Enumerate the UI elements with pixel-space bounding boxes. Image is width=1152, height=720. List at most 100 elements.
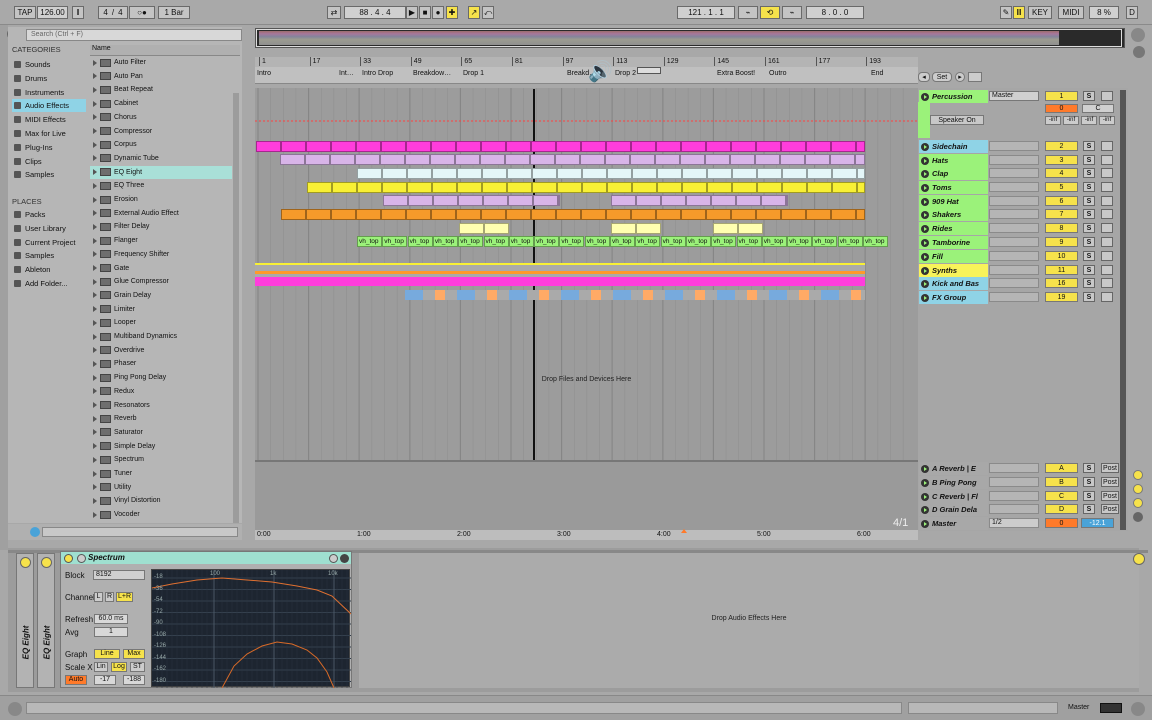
browser-item[interactable]: Reverb xyxy=(90,412,232,425)
expand-arrow-icon[interactable] xyxy=(93,319,97,326)
clip-row-2[interactable] xyxy=(732,168,757,179)
solo-button[interactable]: S xyxy=(1083,251,1095,261)
track-play-icon[interactable] xyxy=(921,505,929,514)
browser-item[interactable]: Grain Delay xyxy=(90,289,232,302)
clip-row-0[interactable] xyxy=(256,141,281,152)
prev-locator-icon[interactable]: ◂ xyxy=(918,72,930,82)
clip-row-5[interactable] xyxy=(556,209,581,220)
clip-row-2[interactable] xyxy=(707,168,732,179)
clip-row-0[interactable] xyxy=(856,141,865,152)
track-header-11[interactable]: Kick and Bas xyxy=(919,277,988,290)
midi-clip[interactable]: vh_top xyxy=(610,236,635,247)
clip-row-1[interactable] xyxy=(330,154,355,165)
track-header-2[interactable]: Hats xyxy=(919,154,988,167)
clip-row-5[interactable] xyxy=(431,209,456,220)
expand-arrow-icon[interactable] xyxy=(93,155,97,162)
beat-ruler[interactable]: 1 17 33 49 65 81 97 113 129 145 161 177 193 xyxy=(255,57,918,67)
arm-button[interactable] xyxy=(1101,141,1113,151)
track-play-icon[interactable] xyxy=(921,197,929,206)
midi-clip[interactable]: vh_top xyxy=(357,236,382,247)
clip-row-1[interactable] xyxy=(830,154,855,165)
browser-item[interactable]: Simple Delay xyxy=(90,440,232,453)
clip-row-3[interactable] xyxy=(732,182,757,193)
midi-clip[interactable]: vh_top xyxy=(863,236,888,247)
track-io[interactable] xyxy=(989,265,1039,275)
track-header-12[interactable]: FX Group xyxy=(919,291,988,304)
track-header-6[interactable]: Shakers xyxy=(919,208,988,221)
computer-keyboard-icon[interactable]: Ⅲ xyxy=(1013,6,1025,19)
master-volume[interactable]: 0 xyxy=(1045,518,1078,528)
clip-row-3[interactable] xyxy=(407,182,432,193)
clip-row-2[interactable] xyxy=(832,168,857,179)
clip-row-2[interactable] xyxy=(757,168,782,179)
midi-clip[interactable]: vh_top xyxy=(407,236,433,247)
expand-arrow-icon[interactable] xyxy=(93,86,97,93)
return-activator[interactable]: D xyxy=(1045,504,1078,514)
track-io[interactable] xyxy=(989,278,1039,288)
time-ruler[interactable]: 0:00 1:00 2:00 3:00 4:00 5:00 6:00 xyxy=(255,530,918,540)
detail-toggle-icon[interactable] xyxy=(1131,702,1145,716)
locator-9[interactable]: End xyxy=(871,70,883,77)
track-io[interactable] xyxy=(989,196,1039,206)
expand-arrow-icon[interactable] xyxy=(93,265,97,271)
track-io[interactable] xyxy=(989,292,1039,302)
midi-clip[interactable]: vh_top xyxy=(458,236,484,247)
punch-out-icon[interactable]: ⌁ xyxy=(782,6,802,19)
record-icon[interactable]: ● xyxy=(432,6,444,19)
track-play-icon[interactable] xyxy=(921,92,929,101)
play-icon[interactable]: ▶ xyxy=(406,6,418,19)
clip-row-4[interactable] xyxy=(458,195,483,206)
clip-row-0[interactable] xyxy=(731,141,756,152)
clip-row-2[interactable] xyxy=(507,168,532,179)
browser-item[interactable]: Resonators xyxy=(90,399,232,412)
track-play-icon[interactable] xyxy=(921,238,929,247)
clip-row-2[interactable] xyxy=(432,168,457,179)
clip-row-1[interactable] xyxy=(780,154,805,165)
clip-row-3[interactable] xyxy=(832,182,857,193)
track-play-icon[interactable] xyxy=(921,279,929,288)
clip-row-5[interactable] xyxy=(731,209,756,220)
return-io[interactable] xyxy=(989,504,1039,514)
clip-row-0[interactable] xyxy=(456,141,481,152)
place-ableton[interactable]: Ableton xyxy=(12,263,86,276)
clip-row-3[interactable] xyxy=(332,182,357,193)
next-locator-icon[interactable]: ▸ xyxy=(955,72,965,82)
clip-row-4[interactable] xyxy=(558,195,560,206)
clip-row-3[interactable] xyxy=(782,182,807,193)
clip-row-5[interactable] xyxy=(631,209,656,220)
browser-item[interactable]: Gate xyxy=(90,262,232,275)
midi-clip[interactable]: vh_top xyxy=(761,236,787,247)
track-play-icon[interactable] xyxy=(921,519,929,528)
locator-2[interactable]: Intro Drop xyxy=(362,70,393,77)
eq-eight-folded-2[interactable]: EQ Eight xyxy=(37,553,55,688)
track-activator[interactable]: 7 xyxy=(1045,209,1078,219)
clip-row-2[interactable] xyxy=(382,168,407,179)
midi-clip[interactable]: vh_top xyxy=(711,236,737,247)
audio-effects-drop-zone[interactable]: Drop Audio Effects Here xyxy=(359,553,1139,688)
back-to-arrangement-icon[interactable]: ⤺ xyxy=(482,6,494,19)
crossfader-toggle-icon[interactable] xyxy=(1133,512,1143,522)
clip-row-3[interactable] xyxy=(307,182,332,193)
browser-item[interactable]: Erosion xyxy=(90,193,232,206)
device-on-icon[interactable] xyxy=(20,557,31,568)
clip-row-5[interactable] xyxy=(406,209,431,220)
clip-row-3[interactable] xyxy=(507,182,532,193)
category-max-for-live[interactable]: Max for Live xyxy=(12,127,86,140)
clip-row-1[interactable] xyxy=(630,154,655,165)
track-header-8[interactable]: Tamborine xyxy=(919,236,988,249)
channel-l-button[interactable]: L xyxy=(94,592,103,602)
draw-mode-icon[interactable]: ✎ xyxy=(1000,6,1012,19)
clip-row-1[interactable] xyxy=(605,154,630,165)
browser-item[interactable]: Ping Pong Delay xyxy=(90,371,232,384)
clip-row-5[interactable] xyxy=(331,209,356,220)
range-low-field[interactable]: -17 xyxy=(94,675,116,685)
expand-arrow-icon[interactable] xyxy=(93,484,97,491)
clip-row-5[interactable] xyxy=(656,209,681,220)
tempo-nudge-icon[interactable]: ‖ xyxy=(72,6,84,19)
browser-item[interactable]: Tuner xyxy=(90,467,232,480)
browser-item[interactable]: Frequency Shifter xyxy=(90,248,232,261)
browser-item[interactable]: Cabinet xyxy=(90,97,232,110)
midi-clip[interactable]: vh_top xyxy=(685,236,711,247)
arm-button[interactable] xyxy=(1101,209,1113,219)
clip-row-0[interactable] xyxy=(556,141,581,152)
